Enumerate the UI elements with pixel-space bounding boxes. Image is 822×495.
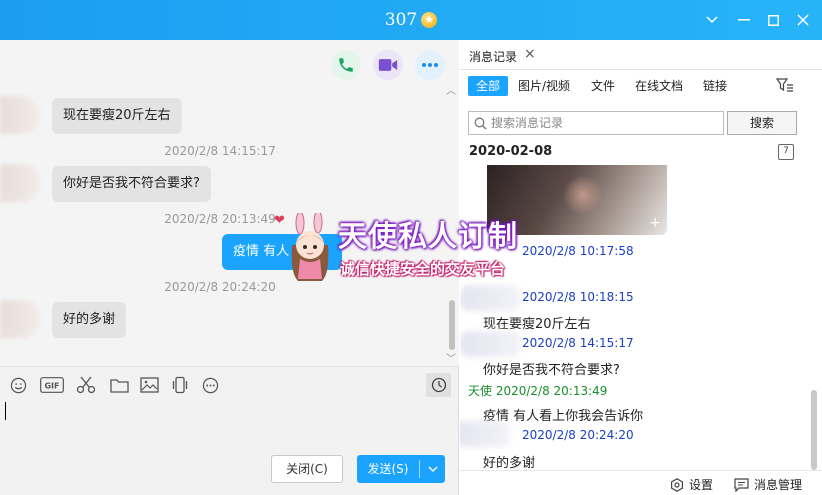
gear-icon xyxy=(671,477,683,492)
text-caret xyxy=(5,402,6,420)
svg-text:GIF: GIF xyxy=(44,382,59,391)
history-message[interactable]: 现在要瘦20斤左右 xyxy=(483,313,591,332)
ad-overlay[interactable]: ❤ 天使私人订制 诚信快捷安全的交友平台 xyxy=(274,207,560,287)
more-options-button[interactable] xyxy=(415,50,445,80)
message-area[interactable]: ︿ ﹀ 现在要瘦20斤左右 2020/2/8 14:15:17 你好是否我不符合… xyxy=(0,40,459,366)
window-title: 307 xyxy=(384,10,418,30)
shake-icon[interactable] xyxy=(170,375,190,395)
history-search-input[interactable] xyxy=(491,114,719,132)
sender-name-blurred xyxy=(460,421,510,447)
calendar-icon[interactable]: 7 xyxy=(778,144,794,160)
history-search-box xyxy=(468,111,724,135)
send-button[interactable]: 发送(S) xyxy=(357,455,445,483)
history-timestamp-self: 天使 2020/2/8 20:13:49 xyxy=(468,384,608,398)
filter-online-docs[interactable]: 在线文档 xyxy=(635,76,683,96)
send-options-chevron-icon[interactable] xyxy=(420,455,445,483)
scroll-down-arrow-icon[interactable]: ﹀ xyxy=(446,350,456,365)
history-message[interactable]: 疫情 有人看上你我会告诉你 xyxy=(483,405,643,424)
filter-media[interactable]: 图片/视频 xyxy=(518,76,570,96)
search-icon xyxy=(474,117,487,133)
sender-name-blurred xyxy=(460,331,520,357)
ad-title: 天使私人订制 xyxy=(338,219,519,253)
message-manager-icon xyxy=(734,477,749,492)
filter-all[interactable]: 全部 xyxy=(468,76,509,96)
filter-links[interactable]: 链接 xyxy=(703,76,727,96)
title-bar: 307 ★ xyxy=(0,0,822,40)
message-manager-button[interactable]: 消息管理 xyxy=(734,476,802,493)
scissors-icon[interactable] xyxy=(76,375,96,395)
settings-label: 设置 xyxy=(689,478,714,492)
video-camera-icon xyxy=(378,59,398,71)
bunny-girl-mascot-icon xyxy=(291,213,329,281)
phone-icon xyxy=(339,58,353,72)
close-window-button[interactable] xyxy=(793,10,813,30)
history-message[interactable]: 你好是否我不符合要求? xyxy=(483,359,620,378)
input-toolbar: GIF xyxy=(0,366,458,402)
ellipsis-icon xyxy=(422,63,438,67)
star-badge-icon: ★ xyxy=(421,12,438,28)
thumbnail-highlight xyxy=(563,175,603,215)
ad-subtitle: 诚信快捷安全的交友平台 xyxy=(340,260,506,278)
message-bubble[interactable]: 好的多谢 xyxy=(52,302,127,338)
filter-funnel-icon[interactable] xyxy=(775,77,794,96)
zoom-plus-icon[interactable]: + xyxy=(649,215,661,231)
history-date-header: 2020-02-08 xyxy=(469,144,553,159)
message-bubble[interactable]: 你好是否我不符合要求? xyxy=(52,166,211,202)
history-timestamp: 2020/2/8 10:18:15 xyxy=(522,290,634,304)
message-timestamp: 2020/2/8 14:15:17 xyxy=(164,144,276,158)
voice-call-button[interactable] xyxy=(331,50,361,80)
history-search-button[interactable]: 搜索 xyxy=(727,111,797,135)
settings-button[interactable]: 设置 xyxy=(670,476,713,493)
clock-icon xyxy=(431,377,446,393)
history-timestamp: 2020/2/8 20:24:20 xyxy=(522,428,634,442)
history-footer: 设置 消息管理 xyxy=(460,470,822,495)
minimize-button[interactable] xyxy=(734,10,754,30)
image-icon[interactable] xyxy=(139,375,159,395)
folder-icon[interactable] xyxy=(109,375,129,395)
scroll-up-arrow-icon[interactable]: ︿ xyxy=(446,82,456,97)
contact-avatar[interactable] xyxy=(0,164,40,202)
video-call-button[interactable] xyxy=(373,50,403,80)
history-message[interactable]: 好的多谢 xyxy=(483,452,535,470)
history-scrollbar[interactable] xyxy=(811,390,817,470)
history-timestamp: 2020/2/8 14:15:17 xyxy=(522,336,634,350)
more-tools-icon[interactable] xyxy=(201,375,219,395)
maximize-button[interactable] xyxy=(763,10,783,30)
tab-close-icon[interactable]: × xyxy=(524,46,536,62)
chat-scrollbar[interactable] xyxy=(449,300,455,350)
message-manager-label: 消息管理 xyxy=(754,478,803,492)
contact-avatar[interactable] xyxy=(0,96,40,134)
gif-icon[interactable]: GIF xyxy=(40,375,64,395)
send-button-label: 发送(S) xyxy=(367,462,409,476)
filter-files[interactable]: 文件 xyxy=(591,76,615,96)
sender-name-blurred xyxy=(460,285,520,311)
history-tab-bar: 消息记录 × xyxy=(460,40,822,70)
collapse-chevron-icon[interactable] xyxy=(702,10,722,30)
close-button[interactable]: 关闭(C) xyxy=(271,455,343,483)
emoji-icon[interactable] xyxy=(9,375,27,395)
tab-message-history[interactable]: 消息记录 xyxy=(469,48,517,65)
contact-avatar[interactable] xyxy=(0,300,40,338)
message-bubble[interactable]: 现在要瘦20斤左右 xyxy=(52,98,182,134)
message-history-button[interactable] xyxy=(426,373,451,397)
message-input[interactable]: 关闭(C) 发送(S) xyxy=(0,402,458,495)
